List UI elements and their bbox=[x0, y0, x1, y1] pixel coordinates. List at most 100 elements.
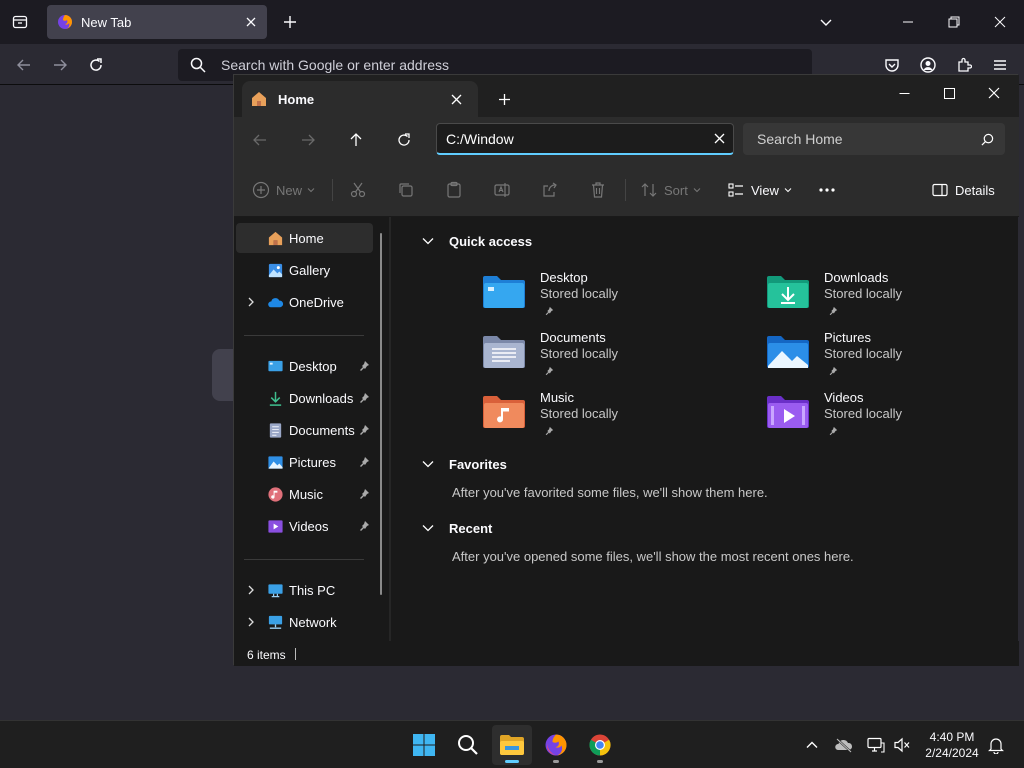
refresh-icon[interactable] bbox=[390, 126, 418, 154]
paste-button[interactable] bbox=[445, 176, 463, 204]
start-button[interactable] bbox=[404, 725, 444, 765]
explorer-main-content: Quick access Desktop Stored locally Down… bbox=[391, 217, 1018, 641]
network-status-icon[interactable] bbox=[866, 735, 886, 755]
item-location: Stored locally bbox=[540, 406, 619, 421]
details-button[interactable]: Details bbox=[931, 176, 995, 204]
quick-access-header[interactable]: Quick access bbox=[421, 231, 532, 251]
quick-access-pictures[interactable]: Pictures Stored locally bbox=[766, 330, 1024, 384]
firefox-tab-new-tab[interactable]: New Tab bbox=[47, 5, 267, 39]
nav-item-this-pc[interactable]: This PC bbox=[236, 575, 373, 605]
item-location: Stored locally bbox=[824, 406, 903, 421]
explorer-close-icon[interactable] bbox=[976, 79, 1012, 107]
trash-icon bbox=[592, 182, 604, 198]
taskbar-file-explorer[interactable] bbox=[492, 725, 532, 765]
nav-item-network[interactable]: Network bbox=[236, 607, 373, 637]
clear-address-icon[interactable] bbox=[705, 125, 733, 153]
sort-button[interactable]: Sort bbox=[640, 176, 701, 204]
see-more-button[interactable] bbox=[818, 176, 836, 204]
nav-item-label: Network bbox=[289, 614, 337, 630]
pin-icon[interactable] bbox=[358, 360, 370, 372]
delete-button[interactable] bbox=[589, 176, 607, 204]
volume-muted-icon[interactable] bbox=[892, 735, 912, 755]
nav-item-pictures[interactable]: Pictures bbox=[236, 447, 373, 477]
chevron-right-icon[interactable] bbox=[245, 584, 257, 596]
quick-access-documents[interactable]: Documents Stored locally bbox=[482, 330, 742, 384]
onedrive-offline-icon[interactable] bbox=[834, 735, 854, 755]
quick-access-downloads[interactable]: Downloads Stored locally bbox=[766, 270, 1024, 324]
pin-icon[interactable] bbox=[358, 456, 370, 468]
firefox-close-icon[interactable] bbox=[986, 8, 1014, 36]
reload-icon[interactable] bbox=[83, 52, 109, 78]
nav-item-home[interactable]: Home bbox=[236, 223, 373, 253]
copy-button[interactable] bbox=[397, 176, 415, 204]
close-tab-icon[interactable] bbox=[239, 10, 263, 34]
explorer-address-bar-row bbox=[234, 117, 1019, 163]
address-input[interactable] bbox=[437, 130, 705, 147]
firefox-tab-bar: New Tab bbox=[0, 0, 1024, 44]
back-arrow-icon[interactable] bbox=[246, 126, 274, 154]
explorer-search-box[interactable] bbox=[743, 123, 1005, 155]
rename-button[interactable] bbox=[493, 176, 511, 204]
recent-header[interactable]: Recent bbox=[421, 518, 492, 538]
forward-arrow-icon[interactable] bbox=[47, 52, 73, 78]
favorites-header[interactable]: Favorites bbox=[421, 454, 507, 474]
nav-item-gallery[interactable]: Gallery bbox=[236, 255, 373, 285]
explorer-address-field[interactable] bbox=[436, 123, 734, 155]
nav-separator bbox=[244, 559, 364, 560]
search-icon[interactable] bbox=[973, 125, 1001, 153]
new-tab-plus-icon[interactable] bbox=[278, 10, 302, 34]
active-indicator bbox=[505, 760, 519, 763]
windows-taskbar: 4:40 PM 2/24/2024 bbox=[0, 720, 1024, 768]
pin-icon[interactable] bbox=[358, 488, 370, 500]
nav-item-music[interactable]: Music bbox=[236, 479, 373, 509]
close-tab-icon[interactable] bbox=[444, 87, 468, 111]
share-button[interactable] bbox=[541, 176, 559, 204]
chevron-down-icon[interactable] bbox=[814, 10, 838, 34]
chevron-right-icon[interactable] bbox=[245, 616, 257, 628]
quick-access-music[interactable]: Music Stored locally bbox=[482, 390, 742, 444]
item-name: Pictures bbox=[824, 330, 871, 345]
nav-item-label: Videos bbox=[289, 518, 329, 534]
explorer-minimize-icon[interactable] bbox=[886, 79, 922, 107]
toolbar-divider bbox=[332, 179, 333, 201]
nav-item-desktop[interactable]: Desktop bbox=[236, 351, 373, 381]
forward-arrow-icon[interactable] bbox=[294, 126, 322, 154]
show-hidden-icons-chevron-up-icon[interactable] bbox=[802, 735, 822, 755]
taskbar-search-button[interactable] bbox=[448, 725, 488, 765]
pin-icon bbox=[829, 366, 838, 376]
pin-icon[interactable] bbox=[358, 424, 370, 436]
firefox-restore-icon[interactable] bbox=[940, 8, 968, 36]
item-name: Downloads bbox=[824, 270, 889, 285]
search-input[interactable] bbox=[743, 131, 973, 147]
notification-bell-icon[interactable] bbox=[986, 735, 1006, 755]
nav-item-videos[interactable]: Videos bbox=[236, 511, 373, 541]
taskbar-chrome[interactable] bbox=[580, 725, 620, 765]
nav-item-downloads[interactable]: Downloads bbox=[236, 383, 373, 413]
explorer-maximize-icon[interactable] bbox=[931, 79, 967, 107]
clock-time: 4:40 PM bbox=[929, 730, 975, 744]
add-tab-plus-icon[interactable] bbox=[492, 87, 516, 111]
taskbar-firefox[interactable] bbox=[536, 725, 576, 765]
view-button[interactable]: View bbox=[727, 176, 792, 204]
section-title: Quick access bbox=[449, 233, 533, 249]
up-arrow-icon[interactable] bbox=[342, 126, 370, 154]
nav-item-onedrive[interactable]: OneDrive bbox=[236, 287, 373, 317]
firefox-minimize-icon[interactable] bbox=[894, 8, 922, 36]
nav-item-documents[interactable]: Documents bbox=[236, 415, 373, 445]
system-clock[interactable]: 4:40 PM 2/24/2024 bbox=[916, 729, 988, 761]
pin-icon[interactable] bbox=[358, 392, 370, 404]
quick-access-videos[interactable]: Videos Stored locally bbox=[766, 390, 1024, 444]
list-all-tabs-icon[interactable] bbox=[8, 10, 32, 34]
nav-scrollbar[interactable] bbox=[380, 233, 382, 595]
new-button[interactable]: New bbox=[252, 176, 315, 204]
firefox-url-input[interactable] bbox=[221, 57, 781, 73]
cut-button[interactable] bbox=[349, 176, 367, 204]
view-list-icon bbox=[728, 183, 743, 197]
back-arrow-icon[interactable] bbox=[11, 52, 37, 78]
explorer-tab-home[interactable]: Home bbox=[242, 81, 478, 117]
pin-icon[interactable] bbox=[358, 520, 370, 532]
item-location: Stored locally bbox=[540, 346, 619, 361]
chevron-right-icon[interactable] bbox=[245, 296, 257, 308]
quick-access-desktop[interactable]: Desktop Stored locally bbox=[482, 270, 742, 324]
search-icon bbox=[190, 57, 206, 73]
